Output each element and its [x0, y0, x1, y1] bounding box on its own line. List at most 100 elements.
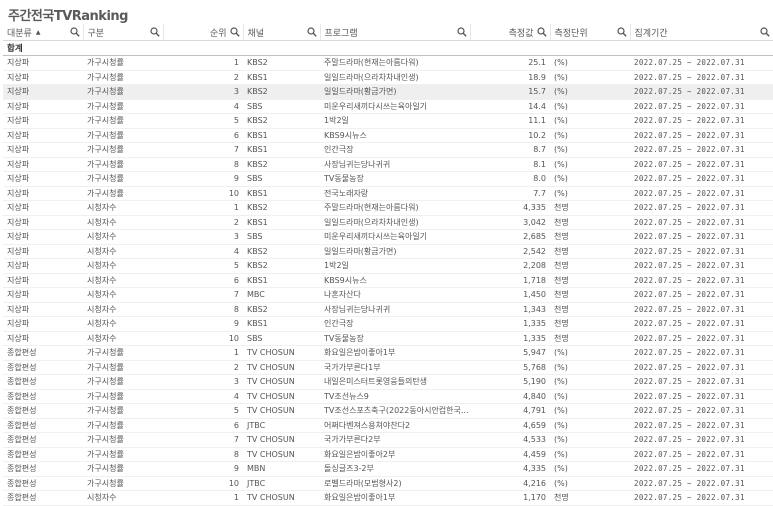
search-icon[interactable] [229, 27, 240, 37]
cell-value: 5,768 [470, 360, 550, 375]
cell-rank: 5 [163, 258, 243, 274]
table-row[interactable]: 종합편성 시청자수 1 TV CHOSUN 화요일은밤이좋아1부 1,170 천명 2022.… [3, 490, 773, 506]
search-icon[interactable] [616, 27, 627, 37]
table-row[interactable]: 지상파 가구시청률 9 SBS TV동물농장 8.0 (%) 2022.07.25 ~ 202… [3, 171, 773, 187]
table-row[interactable]: 지상파 가구시청률 10 KBS1 전국노래자랑 7.7 (%) 2022.07.25 ~ 2… [3, 186, 773, 201]
table-row[interactable]: 종합편성 가구시청률 1 TV CHOSUN 화요일은밤이좋아1부 5,947 (%) 202… [3, 345, 773, 361]
table-row[interactable]: 지상파 시청자수 4 KBS2 일일드라마(황금가면) 2,542 천명 2022.07.25… [3, 244, 773, 259]
table-row[interactable]: 지상파 가구시청률 3 KBS2 일일드라마(황금가면) 15.7 (%) 2022.07.2… [3, 84, 773, 100]
search-icon[interactable] [536, 27, 547, 37]
table-row[interactable]: 종합편성 가구시청률 7 TV CHOSUN 국가가부른다2부 4,533 (%) 2022.… [3, 432, 773, 448]
search-icon[interactable] [306, 27, 317, 37]
cell-rank: 10 [163, 331, 243, 346]
cell-channel: KBS1 [243, 128, 320, 143]
cell-type: 가구시청률 [83, 157, 163, 172]
cell-category: 지상파 [3, 244, 83, 259]
cell-channel: JTBC [243, 418, 320, 433]
column-header-program[interactable]: 프로그램 [319, 24, 470, 41]
table-row[interactable]: 지상파 시청자수 5 KBS2 1박2일 2,208 천명 2022.07.25 ~ 2022… [3, 258, 773, 274]
cell-rank: 8 [163, 447, 243, 462]
column-header-type[interactable]: 구분 [82, 24, 163, 41]
table-row[interactable]: 지상파 가구시청률 8 KBS2 사장님귀는당나귀귀 8.1 (%) 2022.07.25 ~… [3, 157, 773, 172]
total-row: 합계 [3, 40, 773, 56]
cell-type: 가구시청률 [83, 403, 163, 419]
column-header-rank[interactable]: 순위 [162, 24, 243, 41]
cell-period: 2022.07.25 ~ 2022.07.31 [630, 244, 773, 259]
cell-unit: 천명 [550, 302, 630, 317]
table-row[interactable]: 지상파 시청자수 7 MBC 나혼자산다 1,450 천명 2022.07.25 ~ 2022… [3, 287, 773, 303]
table-row[interactable]: 지상파 시청자수 2 KBS1 일일드라마(으라차차내인생) 3,042 천명 2022.07… [3, 215, 773, 230]
table-row[interactable]: 지상파 가구시청률 1 KBS2 주말드라마(현재는아름다워) 25.1 (%) 2022.0… [3, 55, 773, 71]
table-row[interactable]: 지상파 시청자수 6 KBS1 KBS9시뉴스 1,718 천명 2022.07.25 ~ 2… [3, 273, 773, 288]
table-row[interactable]: 지상파 시청자수 8 KBS2 사장님귀는당나귀귀 1,343 천명 2022.07.25 ~… [3, 302, 773, 317]
cell-rank: 3 [163, 84, 243, 100]
table-row[interactable]: 지상파 시청자수 1 KBS2 주말드라마(현재는아름다워) 4,335 천명 2022.07… [3, 200, 773, 216]
table-row[interactable]: 지상파 시청자수 10 SBS TV동물농장 1,335 천명 2022.07.25 ~ 20… [3, 331, 773, 346]
cell-period: 2022.07.25 ~ 2022.07.31 [630, 171, 773, 187]
cell-period: 2022.07.25 ~ 2022.07.31 [630, 55, 773, 71]
cell-channel: SBS [243, 331, 320, 346]
cell-value: 2,542 [470, 244, 550, 259]
cell-category: 종합편성 [3, 345, 83, 361]
table-row[interactable]: 지상파 가구시청률 7 KBS1 인간극장 8.7 (%) 2022.07.25 ~ 2022… [3, 142, 773, 158]
cell-type: 가구시청률 [83, 389, 163, 404]
cell-rank: 7 [163, 287, 243, 303]
cell-unit: (%) [550, 113, 630, 129]
table-row[interactable]: 지상파 가구시청률 5 KBS2 1박2일 11.1 (%) 2022.07.25 ~ 202… [3, 113, 773, 129]
search-icon[interactable] [149, 27, 160, 37]
cell-channel: KBS2 [243, 200, 320, 216]
cell-type: 가구시청률 [83, 84, 163, 100]
cell-channel: TV CHOSUN [243, 490, 320, 506]
cell-rank: 2 [163, 70, 243, 85]
cell-value: 14.4 [470, 99, 550, 114]
column-header-period[interactable]: 집계기간 [629, 24, 773, 41]
cell-category: 지상파 [3, 157, 83, 172]
table-row[interactable]: 지상파 시청자수 3 SBS 미운우리새끼다시쓰는육아일기 2,685 천명 2022.07.… [3, 229, 773, 245]
column-header-value[interactable]: 측정값 [469, 24, 550, 41]
column-header-category[interactable]: 대분류 ▲ [3, 24, 83, 41]
total-label: 합계 [3, 40, 83, 56]
table-row[interactable]: 종합편성 가구시청률 4 TV CHOSUN TV조선뉴스9 4,840 (%) 2022.0… [3, 389, 773, 404]
column-header-channel[interactable]: 채널 [242, 24, 320, 41]
search-icon[interactable] [760, 27, 770, 37]
cell-category: 종합편성 [3, 374, 83, 390]
cell-unit: (%) [550, 99, 630, 114]
cell-type: 시청자수 [83, 287, 163, 303]
table-row[interactable]: 종합편성 가구시청률 8 TV CHOSUN 화요일은밤이좋아2부 4,459 (%) 202… [3, 447, 773, 462]
cell-value: 4,459 [470, 447, 550, 462]
cell-program: 사장님귀는당나귀귀 [320, 157, 470, 172]
cell-value: 1,335 [470, 316, 550, 332]
cell-category: 지상파 [3, 142, 83, 158]
cell-period: 2022.07.25 ~ 2022.07.31 [630, 389, 773, 404]
search-icon[interactable] [69, 27, 80, 37]
cell-period: 2022.07.25 ~ 2022.07.31 [630, 403, 773, 419]
cell-rank: 2 [163, 360, 243, 375]
cell-type: 가구시청률 [83, 55, 163, 71]
cell-value: 1,335 [470, 331, 550, 346]
search-icon[interactable] [456, 27, 467, 37]
table-row[interactable]: 종합편성 가구시청률 6 JTBC 어쩌다벤져스용쳐야찬다2 4,659 (%) 2022.0… [3, 418, 773, 433]
table-row[interactable]: 지상파 시청자수 9 KBS1 인간극장 1,335 천명 2022.07.25 ~ 2022… [3, 316, 773, 332]
table-row[interactable]: 지상파 가구시청률 6 KBS1 KBS9시뉴스 10.2 (%) 2022.07.25 ~ … [3, 128, 773, 143]
cell-category: 지상파 [3, 128, 83, 143]
cell-program: 주말드라마(현재는아름다워) [320, 200, 470, 216]
cell-value: 4,659 [470, 418, 550, 433]
table-row[interactable]: 지상파 가구시청률 4 SBS 미운우리새끼다시쓰는육아일기 14.4 (%) 2022.07… [3, 99, 773, 114]
table-row[interactable]: 종합편성 가구시청률 5 TV CHOSUN TV조선스포츠축구(2022동아시안컵한국… [3, 403, 773, 419]
cell-period: 2022.07.25 ~ 2022.07.31 [630, 215, 773, 230]
table-row[interactable]: 지상파 가구시청률 2 KBS1 일일드라마(으라차차내인생) 18.9 (%) 2022.0… [3, 70, 773, 85]
cell-unit: 천명 [550, 316, 630, 332]
cell-channel: KBS1 [243, 70, 320, 85]
table-row[interactable]: 종합편성 가구시청률 2 TV CHOSUN 국가가부른다1부 5,768 (%) 2022.… [3, 360, 773, 375]
table-row[interactable]: 종합편성 가구시청률 9 MBN 돌싱글즈3-2부 4,335 (%) 2022.07.25 … [3, 461, 773, 477]
cell-program: 사장님귀는당나귀귀 [320, 302, 470, 317]
cell-rank: 3 [163, 374, 243, 390]
cell-period: 2022.07.25 ~ 2022.07.31 [630, 200, 773, 216]
sort-ascending-icon[interactable]: ▲ [36, 29, 41, 36]
table-row[interactable]: 종합편성 가구시청률 3 TV CHOSUN 내일은미스터트롯영웅들의탄생 5,190 (%… [3, 374, 773, 390]
cell-value: 1,170 [470, 490, 550, 506]
table-row[interactable]: 종합편성 가구시청률 10 JTBC 로벨드라마(모범형사2) 4,216 (%) 2022.… [3, 476, 773, 491]
cell-program: KBS9시뉴스 [320, 128, 470, 143]
column-header-unit[interactable]: 측정단위 [549, 24, 630, 41]
cell-program: TV동물농장 [320, 171, 470, 187]
